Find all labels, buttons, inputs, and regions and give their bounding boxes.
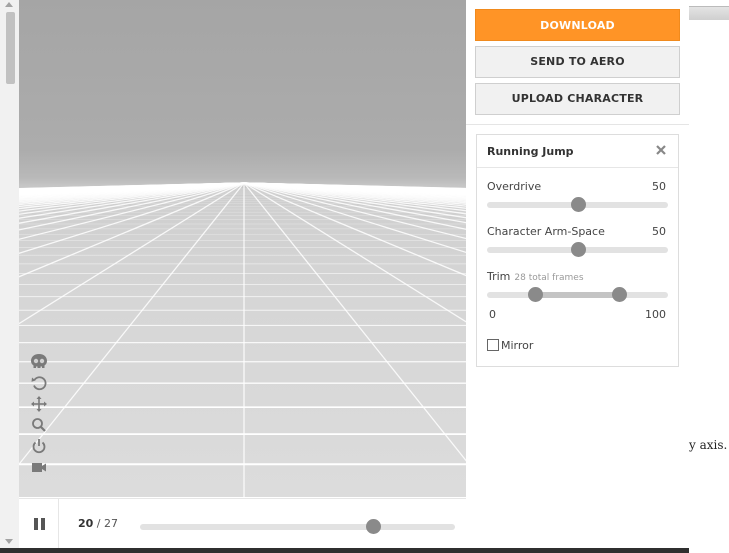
overdrive-label: Overdrive — [487, 180, 542, 193]
trim-end-thumb[interactable] — [612, 287, 628, 302]
bottom-border — [0, 548, 689, 553]
scrollbar-thumb[interactable] — [6, 12, 15, 84]
timeline-thumb[interactable] — [366, 519, 382, 534]
viewport-toolbar — [29, 352, 49, 478]
playback-bar: 20 / 27 — [19, 498, 466, 549]
frame-counter: 20 / 27 — [78, 517, 118, 530]
background-page-text: y axis. — [689, 438, 728, 452]
power-icon[interactable] — [29, 436, 49, 456]
trim-max-label: 100 — [645, 308, 666, 321]
arm-space-value: 50 — [652, 225, 666, 238]
download-button[interactable]: DOWNLOAD — [475, 9, 680, 41]
trim-label-group: Trim 28 total frames — [487, 270, 584, 283]
panel-divider — [466, 124, 689, 125]
arm-space-slider[interactable] — [487, 242, 668, 257]
animation-settings-card: Running Jump Overdrive 50 Character Arm-… — [476, 134, 679, 367]
scroll-up-arrow-icon[interactable] — [5, 2, 13, 7]
reset-icon[interactable] — [29, 373, 49, 393]
scroll-down-arrow-icon[interactable] — [5, 539, 13, 544]
background-page-bar — [689, 6, 729, 20]
upload-character-button[interactable]: UPLOAD CHARACTER — [475, 83, 680, 115]
pause-button[interactable] — [19, 499, 59, 549]
trim-frames-note: 28 total frames — [514, 273, 584, 283]
trim-min-label: 0 — [489, 308, 496, 321]
timeline-slider[interactable] — [140, 519, 455, 534]
overdrive-value: 50 — [652, 180, 666, 193]
mirror-checkbox[interactable] — [487, 339, 499, 351]
animation-title: Running Jump — [487, 145, 574, 158]
arm-space-thumb[interactable] — [570, 242, 586, 257]
trim-range-slider[interactable] — [487, 287, 668, 302]
trim-label: Trim — [487, 270, 511, 283]
close-icon[interactable] — [654, 143, 668, 157]
total-frames: 27 — [104, 517, 119, 530]
card-header: Running Jump — [477, 135, 678, 168]
trim-range-fill — [534, 292, 620, 298]
arm-space-label: Character Arm-Space — [487, 225, 605, 238]
zoom-icon[interactable] — [29, 415, 49, 435]
app-window: 20 / 27 DOWNLOAD SEND TO AERO UPLOAD CHA… — [0, 0, 729, 553]
camera-icon[interactable] — [29, 457, 49, 477]
vertical-scrollbar[interactable] — [0, 0, 19, 553]
3d-viewport[interactable] — [19, 0, 466, 498]
skull-icon[interactable] — [29, 352, 49, 372]
mirror-label: Mirror — [501, 339, 534, 352]
current-frame: 20 — [78, 517, 94, 530]
trim-start-thumb[interactable] — [527, 287, 543, 302]
move-icon[interactable] — [29, 394, 49, 414]
send-to-aero-button[interactable]: SEND TO AERO — [475, 46, 680, 78]
settings-panel: DOWNLOAD SEND TO AERO UPLOAD CHARACTER R… — [466, 0, 689, 548]
overdrive-slider[interactable] — [487, 197, 668, 212]
background-page: y axis. — [689, 0, 729, 553]
mirror-option[interactable]: Mirror — [487, 339, 533, 352]
floor-grid — [19, 182, 466, 498]
frame-separator: / — [93, 517, 105, 530]
overdrive-thumb[interactable] — [570, 197, 586, 212]
